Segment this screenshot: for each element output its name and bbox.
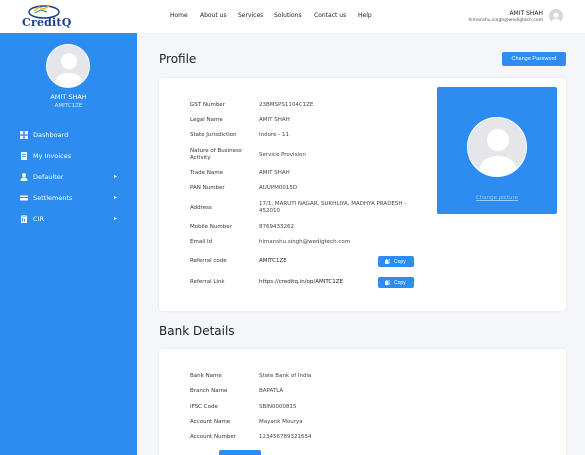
sidebar-item-label: Defaulter: [33, 173, 64, 181]
profile-picture-panel: Change picture: [437, 87, 557, 214]
field-value: Service Provision: [259, 152, 306, 158]
user-name: AMIT SHAH: [509, 10, 543, 17]
copy-referral-link-button[interactable]: Copy: [378, 277, 414, 288]
field-label: Branch Name: [190, 388, 228, 394]
field-value: AMIT SHAH: [259, 117, 290, 123]
sidebar-item-label: Settlements: [33, 194, 73, 202]
edit-bank-details-button[interactable]: [219, 450, 261, 455]
settlement-icon: [20, 195, 28, 201]
field-label: Referral Link: [190, 279, 225, 285]
sidebar-avatar: [46, 44, 90, 88]
sidebar-item-dashboard[interactable]: Dashboard: [0, 125, 137, 145]
sidebar: AMIT SHAH AMITC1ZE Dashboard My Invoices…: [0, 33, 137, 455]
bank-details-title: Bank Details: [159, 324, 235, 338]
avatar-placeholder-icon: [478, 129, 518, 176]
field-value: AUUPM0015D: [259, 185, 298, 191]
copy-icon: [385, 259, 390, 264]
nav-contact[interactable]: Contact us: [314, 12, 346, 19]
chevron-right-icon: ▸: [114, 173, 118, 180]
field-value: himanshu.singh@wedigtech.com: [259, 239, 351, 245]
field-value: Indore - 11: [259, 132, 289, 138]
sidebar-item-label: My Invoices: [33, 152, 72, 160]
nav-solutions[interactable]: Solutions: [274, 12, 302, 19]
field-value: SBIN0000815: [259, 404, 297, 410]
page-title: Profile: [159, 52, 197, 66]
chevron-right-icon: ▸: [114, 194, 118, 201]
sidebar-item-cir[interactable]: CIR ▸: [0, 209, 137, 229]
nav-help[interactable]: Help: [358, 12, 372, 19]
invoice-icon: [21, 152, 27, 160]
field-value: 8769433262: [259, 224, 294, 230]
creditq-logo[interactable]: CreditQ: [22, 3, 74, 31]
field-value: AMIT SHAH: [259, 170, 290, 176]
sidebar-user-code: AMITC1ZE: [54, 103, 83, 109]
field-label: Bank Name: [190, 373, 222, 379]
field-value: Mayank Mourya: [259, 419, 303, 425]
change-picture-link[interactable]: Change picture: [437, 195, 557, 201]
avatar-placeholder-icon: [551, 12, 561, 23]
report-icon: [21, 215, 27, 223]
profile-picture: [467, 117, 527, 177]
user-menu[interactable]: AMIT SHAH himanshu.singh@wedigtech.com: [468, 10, 543, 23]
chevron-right-icon: ▸: [114, 215, 118, 222]
top-navbar: CreditQ Home About us Services Solutions…: [0, 0, 585, 33]
copy-label: Copy: [394, 280, 406, 286]
user-email: himanshu.singh@wedigtech.com: [468, 18, 543, 23]
avatar[interactable]: [549, 9, 563, 23]
copy-label: Copy: [394, 259, 406, 265]
sidebar-item-defaulter[interactable]: Defaulter ▸: [0, 167, 137, 187]
nav-services[interactable]: Services: [238, 12, 263, 19]
change-password-button[interactable]: Change Password: [502, 52, 566, 66]
field-label: IFSC Code: [190, 404, 218, 410]
field-label: Trade Name: [190, 170, 224, 176]
field-label: GST Number: [190, 102, 225, 108]
avatar-placeholder-icon: [54, 53, 84, 87]
field-value: State Bank of India: [259, 373, 312, 379]
field-label: State Jurisdiction: [190, 132, 237, 138]
sidebar-item-my-invoices[interactable]: My Invoices: [0, 146, 137, 166]
sidebar-item-label: CIR: [33, 215, 44, 223]
field-label: Address: [190, 205, 212, 211]
copy-icon: [385, 280, 390, 285]
field-label: Nature of Business Activity: [190, 148, 242, 161]
logo-text: CreditQ: [22, 16, 72, 29]
grid-icon: [20, 131, 28, 139]
sidebar-user-name: AMIT SHAH: [50, 93, 87, 101]
field-label: Mobile Number: [190, 224, 232, 230]
field-label: Legal Name: [190, 117, 223, 123]
field-label: Account Name: [190, 419, 231, 425]
field-label: Email Id: [190, 239, 213, 245]
field-value: 123456789321654: [259, 434, 312, 440]
field-value: BAPATLA: [259, 388, 284, 394]
field-value: 17/1, MARUTI NAGAR, SUKHLIYA, MADHYA PRA…: [259, 201, 407, 214]
field-value: 23BMSPS1104C1ZE: [259, 102, 314, 108]
sidebar-item-label: Dashboard: [33, 131, 69, 139]
field-label: Account Number: [190, 434, 237, 440]
nav-home[interactable]: Home: [170, 12, 188, 19]
copy-referral-code-button[interactable]: Copy: [378, 256, 414, 267]
bank-details-card: Bank Name State Bank of India Branch Nam…: [159, 349, 566, 455]
field-label: Referral code: [190, 258, 227, 264]
field-label: PAN Number: [190, 185, 225, 191]
nav-about[interactable]: About us: [200, 12, 227, 19]
sidebar-item-settlements[interactable]: Settlements ▸: [0, 188, 137, 208]
user-icon: [20, 173, 28, 181]
